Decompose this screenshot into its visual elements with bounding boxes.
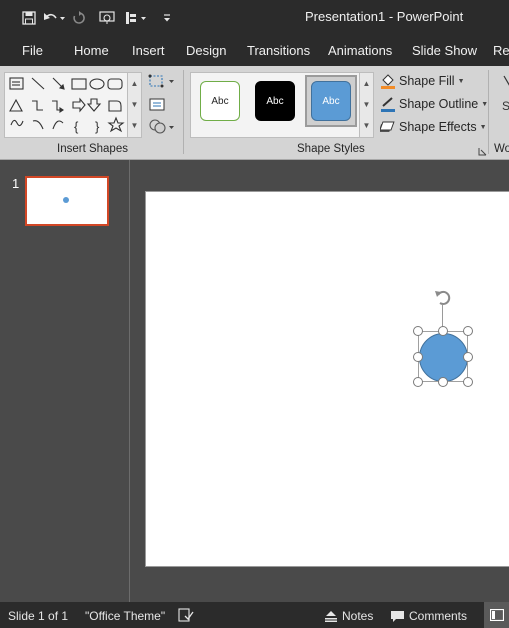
star-shape-icon [107, 116, 125, 133]
theme-name: "Office Theme" [85, 609, 166, 623]
group-separator [488, 70, 489, 154]
scroll-up-icon[interactable]: ▲ [128, 73, 141, 94]
wordart-icon[interactable]: S [502, 74, 509, 117]
edit-shape-tools [148, 72, 176, 138]
redo-icon[interactable] [68, 7, 90, 29]
shapes-gallery[interactable]: { } [4, 72, 128, 138]
paint-bucket-icon [380, 73, 396, 89]
oval-shape-icon [89, 78, 105, 90]
slide-number: 1 [12, 176, 20, 191]
shape-fill-button[interactable]: Shape Fill ▼ [380, 71, 465, 91]
tab-home[interactable]: Home [74, 43, 109, 58]
shape-styles-gallery[interactable]: Abc Abc Abc [190, 72, 360, 138]
touch-mouse-mode-icon[interactable] [122, 7, 150, 29]
resize-handle-w[interactable] [413, 352, 423, 362]
resize-handle-e[interactable] [463, 352, 473, 362]
shape-effects-label: Shape Effects [399, 120, 477, 134]
notes-icon [325, 611, 337, 622]
tab-transitions[interactable]: Transitions [247, 43, 310, 58]
quick-access-toolbar [18, 0, 178, 36]
shape-icons: { } [9, 77, 125, 134]
tab-animations[interactable]: Animations [328, 43, 392, 58]
comments-label: Comments [409, 609, 468, 623]
svg-text:{: { [74, 119, 79, 134]
shape-styles-gallery-scroll[interactable]: ▲ ▼ ▼ [360, 72, 374, 138]
dropdown-arrow-icon: ▼ [457, 77, 465, 85]
thumbnail-circle-shape [63, 197, 69, 203]
dropdown-arrow-icon: ▼ [479, 123, 487, 131]
style-thumb-3[interactable]: Abc [311, 81, 351, 121]
dialog-launcher-icon[interactable] [478, 145, 487, 159]
selection-box [418, 331, 468, 382]
triangle-shape-icon [9, 98, 23, 112]
rotate-handle-icon[interactable] [432, 287, 454, 309]
tab-slide-show[interactable]: Slide Show [412, 43, 477, 58]
resize-handle-ne[interactable] [463, 326, 473, 336]
slide-thumbnail[interactable] [25, 176, 109, 226]
notes-label: Notes [342, 609, 374, 623]
svg-text:S: S [502, 99, 509, 113]
merge-shapes-icon [149, 119, 174, 134]
svg-text:}: } [95, 119, 100, 134]
tab-review[interactable]: Rev [493, 43, 509, 58]
shape-fill-label: Shape Fill [399, 74, 455, 88]
line-shape-icon [31, 77, 45, 90]
style-thumb-1[interactable]: Abc [200, 81, 240, 121]
resize-handle-sw[interactable] [413, 377, 423, 387]
scroll-down-icon[interactable]: ▼ [128, 94, 141, 115]
rectangle-shape-icon [71, 78, 87, 90]
window-title: Presentation1 - PowerPoint [305, 9, 464, 24]
shape-effects-button[interactable]: Shape Effects ▼ [378, 117, 487, 137]
spell-check-icon[interactable] [178, 608, 194, 622]
tab-file[interactable]: File [22, 43, 43, 58]
gallery-more-icon[interactable]: ▼ [360, 115, 373, 136]
undo-icon[interactable] [40, 7, 68, 29]
pen-outline-icon [380, 96, 396, 112]
right-arrow-shape-icon [72, 97, 86, 113]
title-bar: Presentation1 - PowerPoint [0, 0, 509, 36]
save-icon[interactable] [18, 7, 40, 29]
comment-icon [391, 610, 404, 622]
shape-outline-label: Shape Outline [399, 97, 479, 111]
resize-handle-se[interactable] [463, 377, 473, 387]
start-from-beginning-icon[interactable] [96, 7, 118, 29]
gallery-more-icon[interactable]: ▼ [128, 115, 141, 136]
insert-shapes-group-label: Insert Shapes [57, 143, 128, 155]
ribbon: { } ▲ ▼ ▼ Insert Shapes Abc Abc Abc ▲ ▼ … [0, 66, 509, 160]
tab-insert[interactable]: Insert [132, 43, 165, 58]
text-box-shape-icon [9, 77, 24, 90]
slide-indicator[interactable]: Slide 1 of 1 [8, 609, 68, 623]
shape-styles-group-label: Shape Styles [297, 143, 365, 155]
resize-handle-nw[interactable] [413, 326, 423, 336]
rounded-rectangle-shape-icon [107, 78, 123, 90]
draw-text-box-icon [149, 98, 165, 111]
edit-shape-icon [148, 74, 174, 88]
resize-handle-n[interactable] [438, 326, 448, 336]
notes-button[interactable]: Notes [324, 609, 373, 623]
customize-qat-icon[interactable] [156, 7, 178, 29]
shape-effects-icon [378, 119, 396, 135]
scroll-down-icon[interactable]: ▼ [360, 94, 373, 115]
scroll-up-icon[interactable]: ▲ [360, 73, 373, 94]
wordart-group-label: Wo [494, 143, 509, 155]
tab-design[interactable]: Design [186, 43, 226, 58]
resize-handle-s[interactable] [438, 377, 448, 387]
ribbon-tabs: File Home Insert Design Transitions Anim… [0, 36, 509, 66]
slide-thumbnail-pane: 1 [0, 160, 130, 602]
normal-view-icon[interactable] [484, 602, 509, 628]
status-bar: Slide 1 of 1 "Office Theme" Notes Commen… [0, 602, 509, 628]
down-arrow-shape-icon [86, 98, 102, 112]
shapes-gallery-scroll[interactable]: ▲ ▼ ▼ [128, 72, 142, 138]
shape-outline-button[interactable]: Shape Outline ▼ [380, 94, 488, 114]
group-separator [183, 70, 184, 154]
comments-button[interactable]: Comments [390, 609, 467, 623]
style-thumb-2[interactable]: Abc [255, 81, 295, 121]
